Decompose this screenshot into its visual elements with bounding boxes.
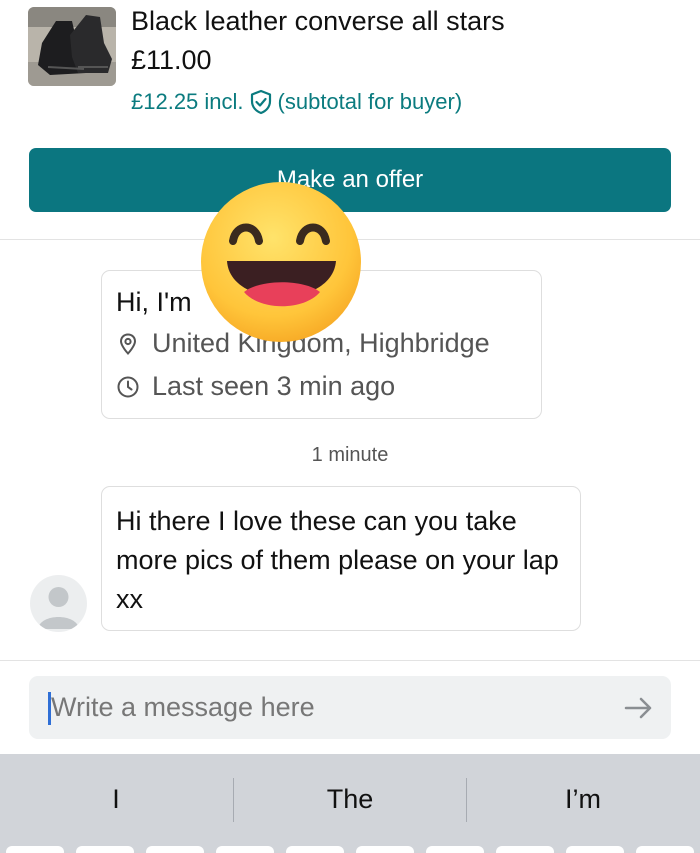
keyboard-key[interactable] (566, 846, 624, 853)
keyboard-key[interactable] (146, 846, 204, 853)
buyer-price-note: (subtotal for buyer) (277, 89, 463, 114)
seller-last-seen: Last seen 3 min ago (152, 371, 396, 401)
text-cursor (48, 692, 51, 725)
keyboard-suggestion-bar: I The I’m (0, 754, 700, 853)
suggestion-3[interactable]: I’m (467, 784, 699, 815)
message-timestamp: 1 minute (311, 444, 389, 466)
clock-icon (116, 375, 140, 399)
seller-last-seen-row: Last seen 3 min ago (116, 371, 395, 402)
keyboard-key[interactable] (356, 846, 414, 853)
suggestion-2[interactable]: The (234, 784, 466, 815)
buyer-price-line[interactable]: £12.25 incl. (subtotal for buyer) (131, 89, 462, 115)
arrow-right-icon[interactable] (623, 693, 655, 723)
keyboard-key[interactable] (496, 846, 554, 853)
message-bubble[interactable]: Hi there I love these can you take more … (101, 486, 581, 631)
keyboard-key[interactable] (6, 846, 64, 853)
product-thumbnail[interactable] (28, 7, 116, 86)
shield-check-icon (248, 89, 274, 115)
avatar[interactable] (30, 575, 87, 632)
buyer-price: £12.25 incl. (131, 89, 244, 114)
keyboard-key[interactable] (216, 846, 274, 853)
product-price: £11.00 (131, 45, 212, 75)
keyboard-key[interactable] (76, 846, 134, 853)
location-pin-icon (116, 332, 140, 356)
divider (0, 660, 700, 661)
keyboard-key[interactable] (426, 846, 484, 853)
product-title[interactable]: Black leather converse all stars (131, 6, 505, 37)
grinning-face-emoji (200, 181, 362, 343)
keyboard-key[interactable] (286, 846, 344, 853)
seller-greeting: Hi, I'm (116, 287, 192, 317)
message-composer (29, 676, 671, 739)
message-input[interactable] (51, 676, 611, 739)
keyboard-key[interactable] (636, 846, 694, 853)
suggestion-1[interactable]: I (0, 784, 232, 815)
